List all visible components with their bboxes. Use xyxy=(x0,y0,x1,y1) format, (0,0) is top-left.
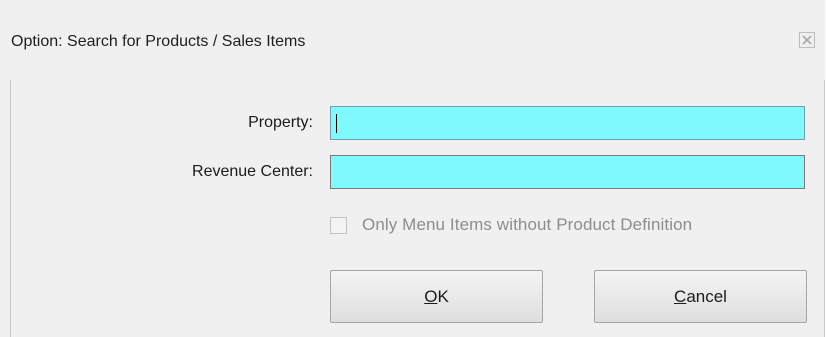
ok-mnemonic: O xyxy=(424,286,438,306)
dialog-title: Option: Search for Products / Sales Item… xyxy=(11,33,306,50)
revenue-center-input[interactable] xyxy=(331,156,804,188)
search-options-dialog: Option: Search for Products / Sales Item… xyxy=(0,0,825,337)
revenue-center-field[interactable] xyxy=(330,155,805,189)
dialog-titlebar: Option: Search for Products / Sales Item… xyxy=(0,0,825,80)
cancel-label-rest: ancel xyxy=(686,286,727,306)
property-field[interactable] xyxy=(330,106,805,140)
ok-button[interactable]: OK xyxy=(330,270,543,323)
cancel-button[interactable]: Cancel xyxy=(594,270,807,323)
cancel-mnemonic: C xyxy=(674,286,687,306)
only-menu-items-checkbox[interactable] xyxy=(330,217,347,234)
revenue-center-label: Revenue Center: xyxy=(192,163,313,180)
ok-label-rest: K xyxy=(437,286,449,306)
only-menu-items-label: Only Menu Items without Product Definiti… xyxy=(362,215,693,234)
text-caret xyxy=(336,114,337,133)
close-icon[interactable] xyxy=(798,31,816,49)
only-menu-items-option[interactable]: Only Menu Items without Product Definiti… xyxy=(330,213,692,237)
property-label: Property: xyxy=(248,114,313,131)
dialog-left-border xyxy=(10,80,11,337)
property-input[interactable] xyxy=(331,107,804,139)
